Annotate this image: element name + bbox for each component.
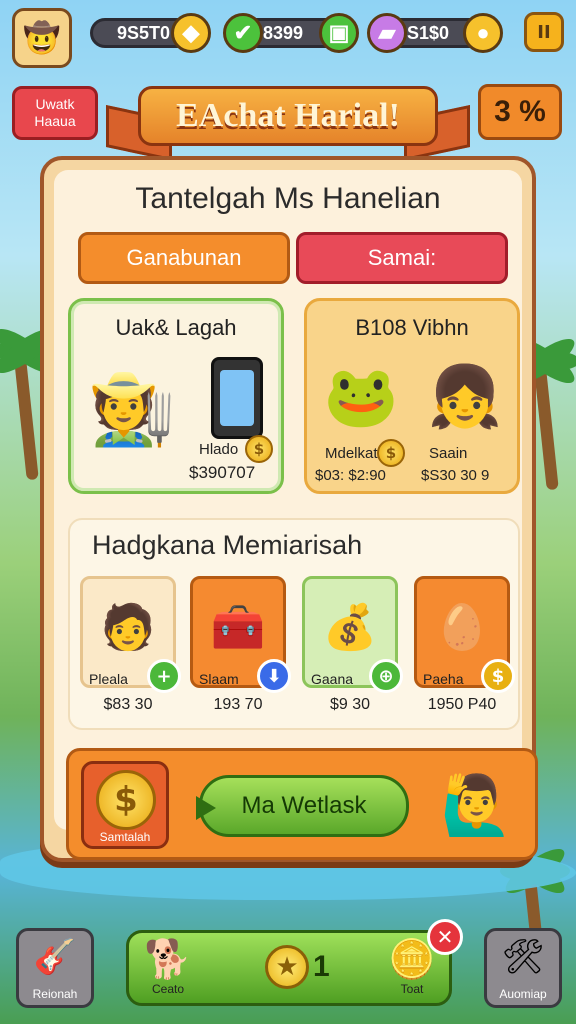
item-name: Slaam xyxy=(199,671,239,687)
item-name: Pleala xyxy=(89,671,128,687)
player-avatar[interactable]: 🤠 xyxy=(12,8,72,68)
featured-price: $S30 30 9 xyxy=(421,467,490,484)
pause-label: II xyxy=(537,21,551,43)
nav-pet-button[interactable]: 🐕 Ceato xyxy=(135,937,201,996)
featured-item-label: Mdelkat xyxy=(325,445,378,462)
add-gem-icon[interactable]: ▣ xyxy=(319,13,359,53)
side-event-sublabel: Haaua xyxy=(34,113,76,129)
nav-right-button[interactable]: 🛠 Auomiap xyxy=(484,928,562,1008)
dollar-coin-icon: $ xyxy=(96,770,156,830)
side-event-label: Uwatk xyxy=(35,96,75,113)
item-name: Paeha xyxy=(423,671,464,687)
gem-resource: ✔ 8399 ▣ xyxy=(223,13,359,53)
nav-center-bar: 🐕 Ceato ★ 1 🪙 Toat ✕ xyxy=(126,919,463,1006)
banner-title: EAchat Harial! xyxy=(138,86,438,146)
person-icon: 🧑 xyxy=(100,602,156,653)
featured-card-title: B108 Vibhn xyxy=(355,315,469,340)
shop-panel: Tantelgah Ms Hanelian Ganabunan Samai: U… xyxy=(40,156,538,862)
crate-icon: ▰ xyxy=(367,13,407,53)
robot-pet-icon: 🐸 xyxy=(323,361,399,432)
featured-card-title: Uak& Lagah xyxy=(115,315,237,340)
featured-price: $03: $2:90 xyxy=(315,467,386,484)
add-icon[interactable]: + xyxy=(147,659,181,693)
pet-icon: 🐕 xyxy=(144,937,192,981)
action-strip: $ Samtalah Ma Wetlask 🙋‍♂️ xyxy=(66,748,538,860)
mascot-character: 🙋‍♂️ xyxy=(440,770,514,839)
close-icon[interactable]: ✕ xyxy=(427,919,463,955)
nav-coins-label: Toat xyxy=(400,982,424,996)
tools-icon: 🛠 xyxy=(501,937,545,977)
coin-icon: $ xyxy=(377,439,405,467)
gem-resource-value: 8399 xyxy=(263,22,304,43)
section-title: Hadgkana Memiarisah xyxy=(92,530,363,560)
girl-character-icon: 👧 xyxy=(427,361,503,432)
title-banner: EAchat Harial! xyxy=(106,80,470,162)
coin-icon: $ xyxy=(245,435,273,463)
download-icon[interactable]: ⬇ xyxy=(257,659,291,693)
play-button[interactable]: Ma Wetlask xyxy=(196,775,409,837)
top-bar: 🤠 9S5T0 ◆ ✔ 8399 ▣ ▰ S1$0 ● II xyxy=(8,8,568,68)
item-name: Gaana xyxy=(311,671,354,687)
crate-resource-value: S1$0 xyxy=(407,22,450,43)
coin-resource-value: 9S5T0 xyxy=(117,22,171,43)
tab-samai[interactable]: Samai: xyxy=(296,232,508,284)
item-price: $83 30 xyxy=(103,696,153,713)
nav-left-label: Reionah xyxy=(32,987,78,1001)
coin-resource: 9S5T0 ◆ xyxy=(90,13,211,53)
star-icon: ★ xyxy=(265,945,309,989)
featured-card-1[interactable]: Uak& Lagah 🧑‍🌾 Hlado $ $390707 xyxy=(68,298,284,494)
shop-item-2[interactable]: 🧰 Slaam ⬇ xyxy=(190,576,291,693)
tab-label: Samai: xyxy=(367,245,437,270)
guitar-icon: 🎸 xyxy=(33,937,77,977)
side-event-button[interactable]: Uwatk Haaua xyxy=(12,86,98,140)
shop-item-4[interactable]: 🥚 Paeha $ xyxy=(414,576,515,693)
items-section: Hadgkana Memiarisah 🧑 Pleala + $83 30 🧰 … xyxy=(68,518,520,730)
featured-price: $390707 xyxy=(189,463,256,482)
crate-resource: ▰ S1$0 ● xyxy=(367,13,503,53)
panel-title: Tantelgah Ms Hanelian xyxy=(135,182,441,215)
item-price: 193 70 xyxy=(213,696,263,713)
coin-shop-label: Samtalah xyxy=(99,830,151,844)
tab-label: Ganabunan xyxy=(126,245,242,270)
money-bag-icon: 💰 xyxy=(322,602,378,653)
phone-icon xyxy=(211,357,263,439)
discount-button[interactable]: 3 % xyxy=(478,84,562,140)
add-coin-icon[interactable]: ● xyxy=(463,13,503,53)
character-icon: 🧑‍🌾 xyxy=(88,367,176,450)
coin-badge-icon[interactable]: $ xyxy=(481,659,515,693)
star-counter[interactable]: ★ 1 xyxy=(265,945,330,989)
nav-left-button[interactable]: 🎸 Reionah xyxy=(16,928,94,1008)
add-circle-icon[interactable]: ⊕ xyxy=(369,659,403,693)
featured-item-label: Hlado xyxy=(199,441,239,458)
gem-icon: ✔ xyxy=(223,13,263,53)
red-crate-icon: 🧰 xyxy=(210,602,266,653)
coin-shop-button[interactable]: $ Samtalah xyxy=(81,761,169,849)
nav-pet-label: Ceato xyxy=(151,982,185,996)
shop-item-3[interactable]: 💰 Gaana ⊕ xyxy=(302,576,403,693)
tab-ganabunan[interactable]: Ganabunan xyxy=(78,232,290,284)
discount-label: 3 % xyxy=(494,95,546,128)
star-count: 1 xyxy=(313,950,330,983)
play-icon xyxy=(196,796,216,820)
egg-icon: 🥚 xyxy=(434,602,490,653)
shop-item-1[interactable]: 🧑 Pleala + xyxy=(80,576,181,693)
pause-button[interactable]: II xyxy=(524,12,564,52)
nav-right-label: Auomiap xyxy=(499,987,547,1001)
shop-panel-inner: Tantelgah Ms Hanelian Ganabunan Samai: U… xyxy=(54,170,538,860)
coin-icon[interactable]: ◆ xyxy=(171,13,211,53)
item-price: $9 30 xyxy=(329,696,371,713)
play-button-label: Ma Wetlask xyxy=(241,792,367,819)
featured-card-2[interactable]: B108 Vibhn 🐸 👧 Mdelkat $ Saain $03: $2:9… xyxy=(304,298,520,494)
featured-item-label: Saain xyxy=(429,445,468,462)
item-price: 1950 Р40 xyxy=(427,696,497,713)
